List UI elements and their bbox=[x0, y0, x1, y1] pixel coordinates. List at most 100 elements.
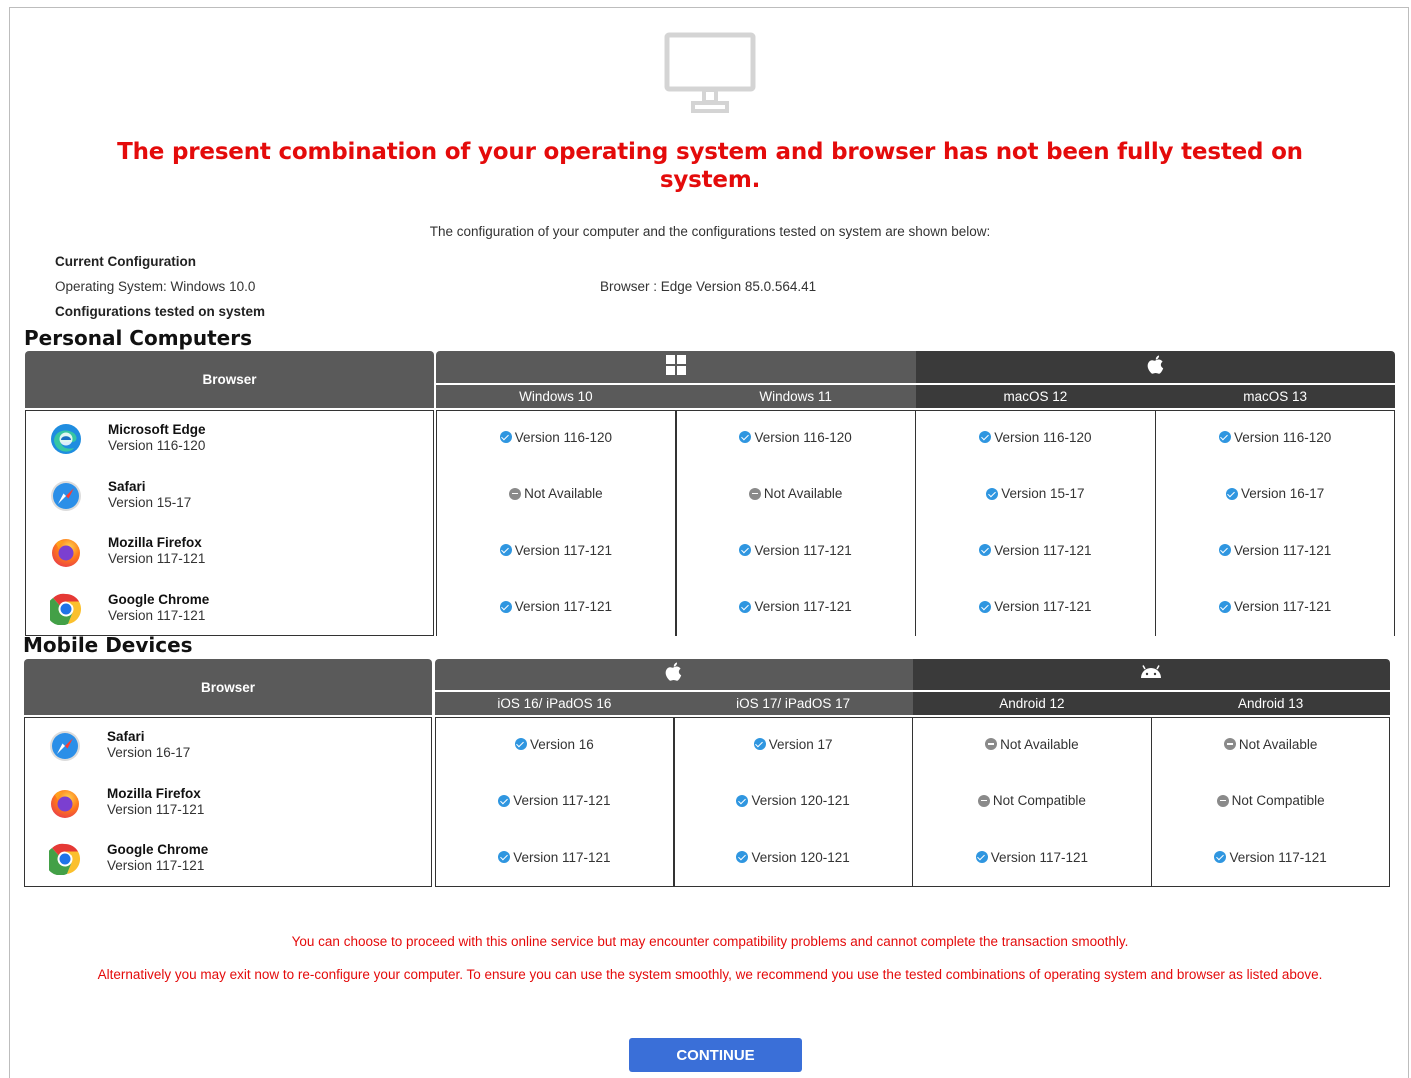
minus-circle-icon bbox=[977, 794, 990, 807]
chrome-icon bbox=[45, 843, 81, 880]
compatibility-cell: Version 17 bbox=[674, 734, 913, 754]
compatibility-value: Version 117-121 bbox=[1229, 849, 1327, 865]
browser-row: Mozilla Firefox Version 117-121 bbox=[49, 785, 349, 824]
check-circle-icon bbox=[498, 794, 511, 807]
continue-button[interactable]: CONTINUE bbox=[629, 1038, 802, 1072]
compatibility-cell: Not Available bbox=[676, 484, 916, 504]
os-column-header: Windows 10 bbox=[436, 385, 676, 408]
os-column-header: Android 13 bbox=[1151, 692, 1390, 715]
os-column-header: macOS 13 bbox=[1155, 385, 1395, 408]
edge-icon bbox=[50, 423, 82, 460]
check-circle-icon bbox=[739, 544, 752, 556]
compatibility-cell: Version 117-121 bbox=[676, 540, 916, 560]
check-circle-icon bbox=[499, 544, 512, 556]
browser-name: Google Chrome bbox=[107, 842, 209, 857]
compatibility-cell: Version 15-17 bbox=[916, 484, 1156, 504]
tested-config-title: Configurations tested on system bbox=[55, 304, 266, 319]
safari-icon bbox=[49, 730, 81, 767]
os-group-header bbox=[915, 351, 1395, 383]
compatibility-cell: Not Compatible bbox=[1151, 791, 1390, 811]
compatibility-cell: Version 117-121 bbox=[435, 791, 674, 811]
compatibility-value: Not Compatible bbox=[1231, 793, 1325, 808]
compatibility-cell: Version 116-120 bbox=[436, 427, 676, 447]
current-config-title: Current Configuration bbox=[55, 254, 196, 269]
compatibility-cell: Not Available bbox=[1151, 734, 1390, 754]
check-circle-icon bbox=[1214, 851, 1227, 863]
section-title-pc: Personal Computers bbox=[24, 326, 252, 350]
check-circle-icon bbox=[979, 544, 992, 556]
os-group-header bbox=[436, 351, 916, 383]
browser-version: Version 117-121 bbox=[108, 551, 206, 566]
check-circle-icon bbox=[736, 794, 749, 807]
os-group-header bbox=[435, 659, 913, 690]
browser-row: Safari Version 16-17 bbox=[49, 729, 349, 767]
compatibility-cell: Not Compatible bbox=[913, 791, 1152, 811]
check-circle-icon bbox=[1218, 600, 1231, 613]
compatibility-cell: Version 16 bbox=[435, 734, 674, 754]
compatibility-value: Version 116-120 bbox=[994, 429, 1092, 445]
compatibility-value: Not Compatible bbox=[992, 793, 1086, 808]
compatibility-value: Not Available bbox=[524, 486, 603, 501]
compatibility-value: Version 117-121 bbox=[513, 793, 611, 808]
os-column-header: Android 12 bbox=[912, 692, 1152, 715]
minus-circle-icon bbox=[1223, 738, 1236, 750]
browser-version: Version 15-17 bbox=[108, 494, 192, 510]
compatibility-cell: Version 116-120 bbox=[676, 427, 916, 447]
browser-name: Safari bbox=[107, 729, 145, 744]
compatibility-cell: Version 117-121 bbox=[676, 597, 916, 617]
compatibility-value: Version 117-121 bbox=[1233, 599, 1332, 614]
browser-name: Microsoft Edge bbox=[108, 422, 206, 437]
compatibility-value: Not Available bbox=[1238, 736, 1318, 752]
check-circle-icon bbox=[979, 431, 992, 443]
intro-text: The configuration of your computer and t… bbox=[429, 224, 991, 239]
browser-column-header: Browser bbox=[24, 659, 432, 715]
compatibility-value: Version 117-121 bbox=[514, 599, 613, 614]
browser-row: Google Chrome Version 117-121 bbox=[46, 591, 350, 627]
reconfigure-notice: Alternatively you may exit now to re-con… bbox=[97, 967, 1323, 982]
compatibility-cell: Version 117-121 bbox=[436, 597, 676, 617]
compatibility-cell: Version 16-17 bbox=[1155, 484, 1395, 504]
compatibility-value: Version 116-120 bbox=[514, 429, 613, 445]
os-column-header: iOS 17/ iPadOS 17 bbox=[673, 692, 913, 715]
current-browser: Browser : Edge Version 85.0.564.41 bbox=[600, 279, 817, 294]
check-circle-icon bbox=[1218, 544, 1231, 556]
compatibility-value: Version 117-121 bbox=[1233, 542, 1332, 558]
compatibility-value: Version 120-121 bbox=[751, 849, 850, 865]
compatibility-value: Version 117-121 bbox=[754, 599, 852, 614]
compatibility-value: Version 117-121 bbox=[513, 849, 611, 865]
browser-name: Mozilla Firefox bbox=[108, 535, 202, 550]
compatibility-value: Version 120-121 bbox=[751, 793, 850, 808]
compatibility-cell: Version 117-121 bbox=[913, 847, 1152, 867]
apple-icon bbox=[1146, 354, 1165, 381]
compatibility-cell: Version 117-121 bbox=[916, 540, 1156, 560]
browser-header-label: Browser bbox=[202, 372, 257, 387]
check-circle-icon bbox=[514, 738, 527, 750]
current-os: Operating System: Windows 10.0 bbox=[55, 279, 256, 294]
compatibility-cell: Version 117-121 bbox=[436, 540, 676, 560]
minus-circle-icon bbox=[985, 738, 998, 750]
browser-row: Google Chrome Version 117-121 bbox=[45, 842, 349, 880]
browser-row: Mozilla Firefox Version 117-121 bbox=[50, 535, 350, 570]
browser-name: Google Chrome bbox=[108, 591, 210, 607]
browser-version: Version 117-121 bbox=[107, 858, 205, 873]
compatibility-cell: Version 120-121 bbox=[674, 791, 913, 811]
safari-icon bbox=[50, 480, 82, 517]
check-circle-icon bbox=[1218, 431, 1231, 443]
firefox-icon bbox=[49, 787, 81, 824]
compatibility-value: Not Available bbox=[763, 486, 843, 501]
compatibility-notice: You can choose to proceed with this onli… bbox=[291, 934, 1129, 949]
browser-name: Mozilla Firefox bbox=[107, 785, 201, 801]
browser-column-header: Browser bbox=[25, 351, 434, 408]
compatibility-value: Not Available bbox=[1000, 736, 1079, 752]
compatibility-warning-title: The present combination of your operatin… bbox=[117, 139, 1303, 193]
check-circle-icon bbox=[986, 487, 999, 500]
section-title-mobile: Mobile Devices bbox=[23, 633, 193, 657]
os-column-header: iOS 16/ iPadOS 16 bbox=[435, 692, 674, 715]
check-circle-icon bbox=[736, 851, 749, 863]
os-column-header: Windows 11 bbox=[675, 385, 916, 408]
android-icon bbox=[1140, 665, 1162, 684]
check-circle-icon bbox=[739, 600, 752, 613]
compatibility-value: Version 117-121 bbox=[994, 542, 1092, 558]
browser-version: Version 116-120 bbox=[108, 438, 206, 453]
compatibility-value: Version 117-121 bbox=[514, 542, 613, 558]
